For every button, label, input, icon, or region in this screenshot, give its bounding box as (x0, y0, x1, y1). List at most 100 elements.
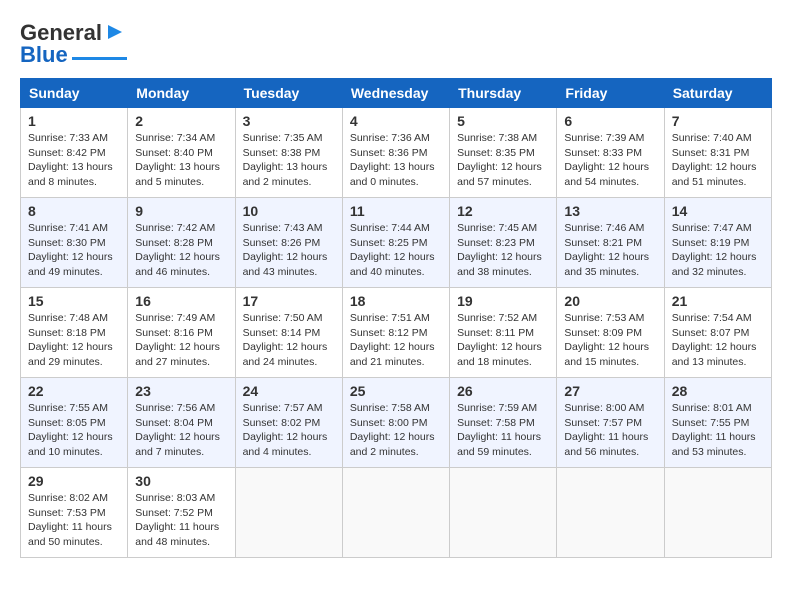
calendar-cell: 21 Sunrise: 7:54 AMSunset: 8:07 PMDayligh… (664, 288, 771, 378)
day-number: 14 (672, 203, 764, 219)
page-header: General Blue (20, 20, 772, 68)
day-detail: Sunrise: 7:45 AMSunset: 8:23 PMDaylight:… (457, 221, 549, 280)
calendar-week-row: 1 Sunrise: 7:33 AMSunset: 8:42 PMDaylight… (21, 108, 772, 198)
calendar-cell: 14 Sunrise: 7:47 AMSunset: 8:19 PMDayligh… (664, 198, 771, 288)
header-tuesday: Tuesday (235, 79, 342, 108)
day-detail: Sunrise: 7:52 AMSunset: 8:11 PMDaylight:… (457, 311, 549, 370)
calendar-cell: 10 Sunrise: 7:43 AMSunset: 8:26 PMDayligh… (235, 198, 342, 288)
header-monday: Monday (128, 79, 235, 108)
calendar-cell: 7 Sunrise: 7:40 AMSunset: 8:31 PMDaylight… (664, 108, 771, 198)
calendar-cell: 18Sunrise: 7:51 AMSunset: 8:12 PMDayligh… (342, 288, 449, 378)
day-number: 26 (457, 383, 549, 399)
day-number: 10 (243, 203, 335, 219)
calendar-week-row: 29 Sunrise: 8:02 AMSunset: 7:53 PMDayligh… (21, 468, 772, 558)
day-detail: Sunrise: 7:41 AMSunset: 8:30 PMDaylight:… (28, 221, 120, 280)
calendar-cell: 1 Sunrise: 7:33 AMSunset: 8:42 PMDaylight… (21, 108, 128, 198)
calendar-cell: 23 Sunrise: 7:56 AMSunset: 8:04 PMDayligh… (128, 378, 235, 468)
calendar-cell: 5Sunrise: 7:38 AMSunset: 8:35 PMDaylight… (450, 108, 557, 198)
day-detail: Sunrise: 7:35 AMSunset: 8:38 PMDaylight:… (243, 131, 335, 190)
calendar-cell: 9Sunrise: 7:42 AMSunset: 8:28 PMDaylight… (128, 198, 235, 288)
calendar-cell: 20Sunrise: 7:53 AMSunset: 8:09 PMDayligh… (557, 288, 664, 378)
day-detail: Sunrise: 7:57 AMSunset: 8:02 PMDaylight:… (243, 401, 335, 460)
day-detail: Sunrise: 7:59 AMSunset: 7:58 PMDaylight:… (457, 401, 549, 460)
calendar-cell (664, 468, 771, 558)
day-number: 6 (564, 113, 656, 129)
day-number: 5 (457, 113, 549, 129)
calendar-cell: 2 Sunrise: 7:34 AMSunset: 8:40 PMDaylight… (128, 108, 235, 198)
day-number: 11 (350, 203, 442, 219)
day-number: 23 (135, 383, 227, 399)
day-detail: Sunrise: 7:40 AMSunset: 8:31 PMDaylight:… (672, 131, 764, 190)
calendar-cell: 3Sunrise: 7:35 AMSunset: 8:38 PMDaylight… (235, 108, 342, 198)
day-number: 7 (672, 113, 764, 129)
day-detail: Sunrise: 7:54 AMSunset: 8:07 PMDaylight:… (672, 311, 764, 370)
calendar-cell: 11 Sunrise: 7:44 AMSunset: 8:25 PMDayligh… (342, 198, 449, 288)
calendar-cell: 13Sunrise: 7:46 AMSunset: 8:21 PMDayligh… (557, 198, 664, 288)
day-detail: Sunrise: 7:51 AMSunset: 8:12 PMDaylight:… (350, 311, 442, 370)
day-detail: Sunrise: 7:55 AMSunset: 8:05 PMDaylight:… (28, 401, 120, 460)
calendar-cell: 29 Sunrise: 8:02 AMSunset: 7:53 PMDayligh… (21, 468, 128, 558)
calendar-cell: 26 Sunrise: 7:59 AMSunset: 7:58 PMDayligh… (450, 378, 557, 468)
calendar-cell: 15Sunrise: 7:48 AMSunset: 8:18 PMDayligh… (21, 288, 128, 378)
day-number: 4 (350, 113, 442, 129)
calendar-week-row: 8 Sunrise: 7:41 AMSunset: 8:30 PMDaylight… (21, 198, 772, 288)
header-friday: Friday (557, 79, 664, 108)
day-detail: Sunrise: 8:03 AMSunset: 7:52 PMDaylight:… (135, 491, 227, 550)
day-detail: Sunrise: 7:47 AMSunset: 8:19 PMDaylight:… (672, 221, 764, 280)
day-detail: Sunrise: 7:34 AMSunset: 8:40 PMDaylight:… (135, 131, 227, 190)
day-detail: Sunrise: 7:50 AMSunset: 8:14 PMDaylight:… (243, 311, 335, 370)
day-detail: Sunrise: 7:42 AMSunset: 8:28 PMDaylight:… (135, 221, 227, 280)
day-number: 19 (457, 293, 549, 309)
calendar-cell: 4Sunrise: 7:36 AMSunset: 8:36 PMDaylight… (342, 108, 449, 198)
logo-underline (72, 57, 127, 60)
day-number: 12 (457, 203, 549, 219)
day-number: 28 (672, 383, 764, 399)
day-number: 15 (28, 293, 120, 309)
calendar-cell: 17 Sunrise: 7:50 AMSunset: 8:14 PMDayligh… (235, 288, 342, 378)
day-detail: Sunrise: 7:43 AMSunset: 8:26 PMDaylight:… (243, 221, 335, 280)
day-detail: Sunrise: 7:39 AMSunset: 8:33 PMDaylight:… (564, 131, 656, 190)
day-detail: Sunrise: 7:56 AMSunset: 8:04 PMDaylight:… (135, 401, 227, 460)
header-saturday: Saturday (664, 79, 771, 108)
logo-arrow-icon (104, 21, 126, 43)
calendar-cell (235, 468, 342, 558)
calendar-cell: 28 Sunrise: 8:01 AMSunset: 7:55 PMDayligh… (664, 378, 771, 468)
day-number: 1 (28, 113, 120, 129)
header-thursday: Thursday (450, 79, 557, 108)
calendar-table: SundayMondayTuesdayWednesdayThursdayFrid… (20, 78, 772, 558)
day-number: 29 (28, 473, 120, 489)
calendar-week-row: 22 Sunrise: 7:55 AMSunset: 8:05 PMDayligh… (21, 378, 772, 468)
day-detail: Sunrise: 8:00 AMSunset: 7:57 PMDaylight:… (564, 401, 656, 460)
calendar-cell (557, 468, 664, 558)
day-detail: Sunrise: 7:33 AMSunset: 8:42 PMDaylight:… (28, 131, 120, 190)
day-number: 30 (135, 473, 227, 489)
calendar-header-row: SundayMondayTuesdayWednesdayThursdayFrid… (21, 79, 772, 108)
day-number: 8 (28, 203, 120, 219)
calendar-cell: 19 Sunrise: 7:52 AMSunset: 8:11 PMDayligh… (450, 288, 557, 378)
calendar-cell (342, 468, 449, 558)
header-sunday: Sunday (21, 79, 128, 108)
header-wednesday: Wednesday (342, 79, 449, 108)
calendar-cell: 24Sunrise: 7:57 AMSunset: 8:02 PMDayligh… (235, 378, 342, 468)
day-number: 13 (564, 203, 656, 219)
day-number: 17 (243, 293, 335, 309)
day-number: 21 (672, 293, 764, 309)
day-number: 16 (135, 293, 227, 309)
day-detail: Sunrise: 8:01 AMSunset: 7:55 PMDaylight:… (672, 401, 764, 460)
logo: General Blue (20, 20, 127, 68)
calendar-cell: 25Sunrise: 7:58 AMSunset: 8:00 PMDayligh… (342, 378, 449, 468)
calendar-cell: 22 Sunrise: 7:55 AMSunset: 8:05 PMDayligh… (21, 378, 128, 468)
calendar-cell: 8 Sunrise: 7:41 AMSunset: 8:30 PMDaylight… (21, 198, 128, 288)
day-detail: Sunrise: 8:02 AMSunset: 7:53 PMDaylight:… (28, 491, 120, 550)
day-number: 22 (28, 383, 120, 399)
logo-blue-text: Blue (20, 42, 68, 68)
day-number: 25 (350, 383, 442, 399)
calendar-cell: 12 Sunrise: 7:45 AMSunset: 8:23 PMDayligh… (450, 198, 557, 288)
day-detail: Sunrise: 7:44 AMSunset: 8:25 PMDaylight:… (350, 221, 442, 280)
day-number: 2 (135, 113, 227, 129)
day-number: 27 (564, 383, 656, 399)
day-detail: Sunrise: 7:49 AMSunset: 8:16 PMDaylight:… (135, 311, 227, 370)
day-detail: Sunrise: 7:53 AMSunset: 8:09 PMDaylight:… (564, 311, 656, 370)
calendar-cell: 27 Sunrise: 8:00 AMSunset: 7:57 PMDayligh… (557, 378, 664, 468)
calendar-cell: 6 Sunrise: 7:39 AMSunset: 8:33 PMDaylight… (557, 108, 664, 198)
